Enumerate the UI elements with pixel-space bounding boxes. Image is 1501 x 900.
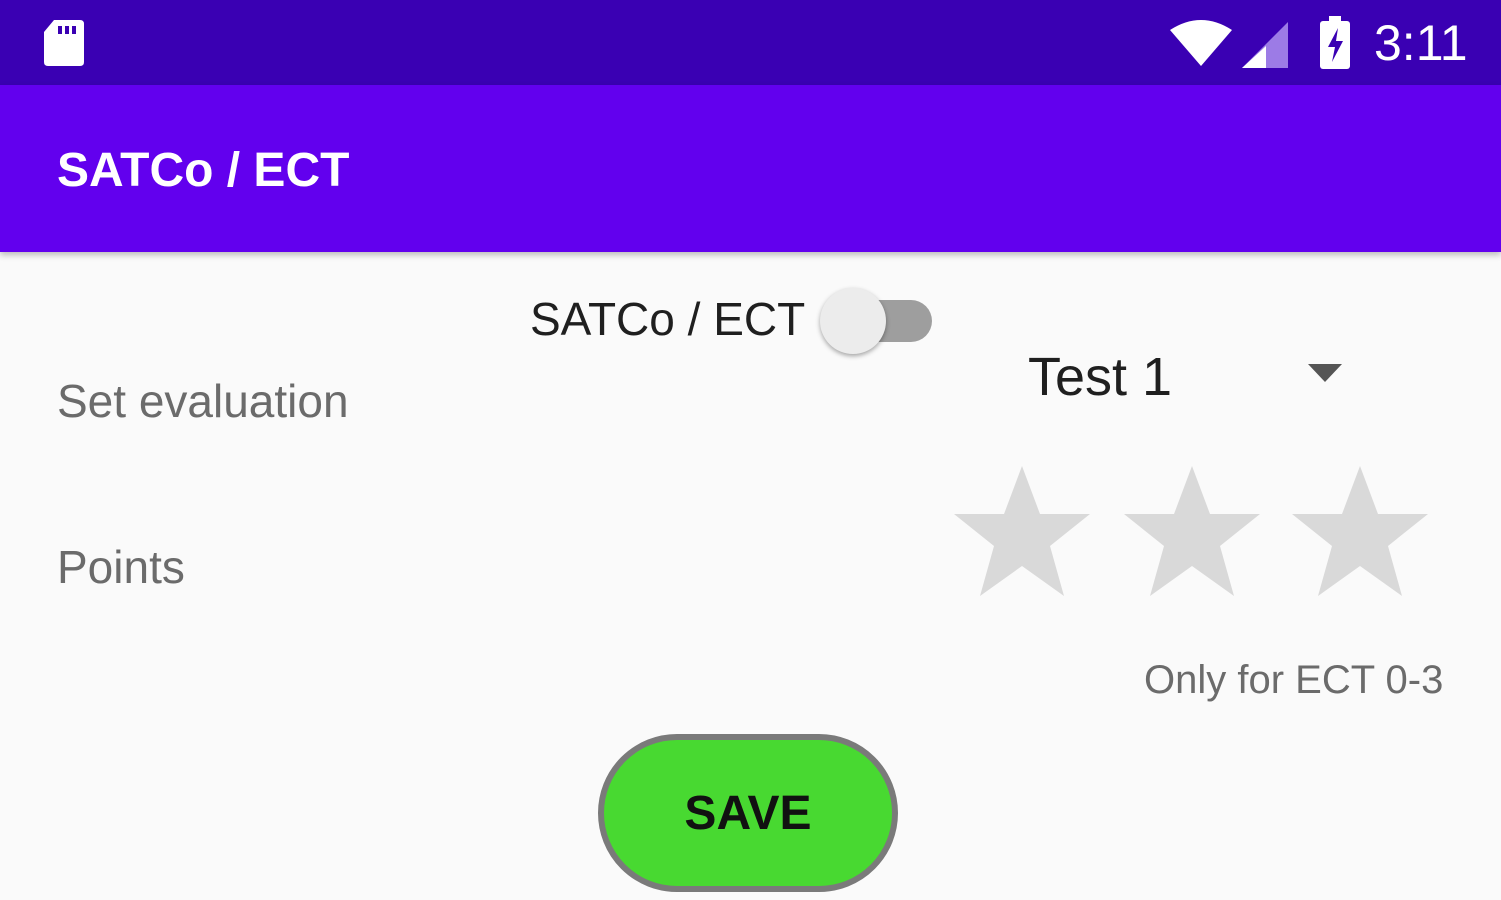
app-title: SATCo / ECT [57,144,350,197]
switch-thumb [820,288,886,354]
star-icon[interactable] [1120,462,1264,602]
star-icon[interactable] [1288,462,1432,602]
cell-signal-icon [1242,22,1288,68]
satco-ect-switch[interactable] [820,288,932,354]
ect-hint-text: Only for ECT 0-3 [1144,658,1444,702]
switch-label: SATCo / ECT [530,293,806,345]
star-icon[interactable] [950,462,1094,602]
points-label: Points [57,541,185,593]
evaluation-selected-value: Test 1 [1028,347,1173,407]
dropdown-arrow-icon [1308,364,1342,382]
clock: 3:11 [1374,15,1468,71]
evaluation-spinner[interactable]: Test 1 [1010,338,1360,414]
sd-card-icon [44,20,84,66]
app-bar: SATCo / ECT [0,85,1501,252]
evaluation-label: Set evaluation [57,375,349,427]
save-button[interactable]: SAVE [598,734,898,892]
wifi-icon [1170,20,1232,66]
points-rating-bar[interactable] [950,462,1440,602]
status-bar: 3:11 [0,0,1501,85]
battery-charging-icon [1320,16,1350,69]
